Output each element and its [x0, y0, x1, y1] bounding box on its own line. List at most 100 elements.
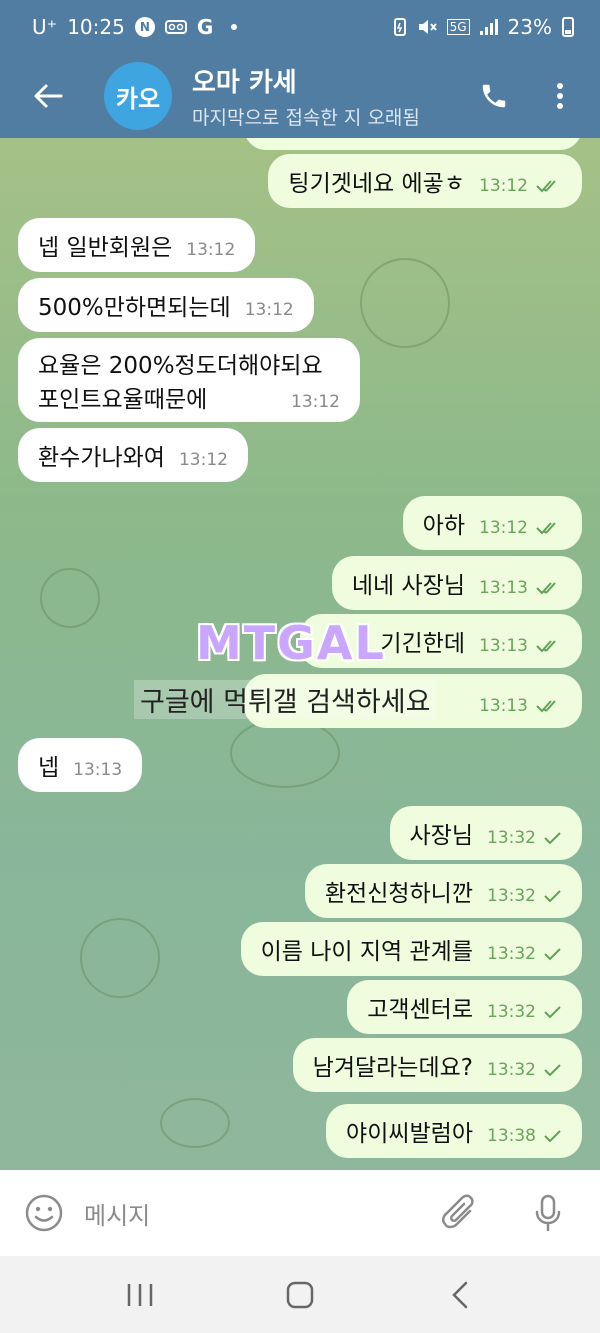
message-time: 13:13 [73, 760, 123, 780]
message-text: 팅기겟네요 에곻ㅎ [288, 171, 465, 197]
message-text: 네네 사장님 [351, 573, 465, 599]
chevron-left-icon [452, 1281, 468, 1308]
background-doodle [360, 258, 450, 348]
message-outgoing[interactable]: 남겨달라는데요? 13:32 [292, 1038, 582, 1092]
check-icon [544, 1064, 561, 1077]
background-doodle [160, 1098, 230, 1148]
message-input[interactable]: 메시지 [84, 1196, 150, 1231]
double-check-icon [536, 522, 556, 535]
back-button[interactable] [28, 76, 68, 116]
home-button[interactable] [270, 1265, 330, 1325]
message-time: 13:32 [487, 1002, 562, 1022]
message-text: 500%만하면되는데 [38, 295, 231, 321]
mute-icon [417, 18, 437, 36]
message-text: 아하 [422, 513, 465, 539]
message-incoming[interactable]: 요율은 200%정도더해야되요 포인트요율때문에 13:12 [18, 338, 360, 422]
message-incoming[interactable]: 환수가나와여 13:12 [18, 428, 248, 482]
message-time: 13:13 [479, 578, 562, 598]
message-outgoing[interactable]: 야이씨발럼아 13:38 [326, 1104, 582, 1158]
voicemail-icon [164, 20, 187, 34]
watermark-logo: MTGAL [196, 616, 386, 670]
battery-saver-icon [393, 17, 407, 37]
message-time: 13:32 [487, 828, 562, 848]
message-time: 13:32 [487, 886, 562, 906]
message-text: 넵 [38, 755, 60, 781]
message-time: 13:12 [186, 240, 236, 260]
message-time: 13:32 [487, 1060, 562, 1080]
attach-button[interactable] [436, 1189, 484, 1237]
arrow-left-icon [34, 84, 63, 108]
microphone-icon [535, 1194, 561, 1232]
emoji-button[interactable] [22, 1191, 66, 1235]
message-outgoing[interactable]: 네네 사장님 13:13 [331, 556, 582, 610]
message-text: 환수가나와여 [38, 445, 165, 471]
message-time: 13:13 [479, 636, 562, 656]
chat-area[interactable]: 팅기겟네요 에곻ㅎ 13:12 넵 일반회원은 13:12 500%만하면되는데… [0, 138, 600, 1170]
kebab-menu-icon [557, 83, 563, 109]
chat-title-block[interactable]: 오마 카세 마지막으로 접속한 지 오래됨 [192, 62, 442, 130]
voice-message-button[interactable] [524, 1189, 572, 1237]
message-time: 13:12 [178, 450, 228, 470]
message-time: 13:32 [487, 944, 562, 964]
n-icon: N [134, 17, 155, 37]
background-doodle [80, 918, 160, 998]
message-text: 이름 나이 지역 관계를 [260, 939, 473, 965]
message-outgoing[interactable]: 팅기겟네요 에곻ㅎ 13:12 [268, 154, 582, 208]
top-bar: U⁺ 10:25 N G 5G 23% 카오 오마 카세 마지막으로 접속한 지… [0, 0, 600, 138]
message-incoming[interactable]: 500%만하면되는데 13:12 [18, 278, 314, 332]
chat-title: 오마 카세 [192, 68, 297, 98]
message-outgoing[interactable]: 환전신청하니깐 13:32 [304, 864, 582, 918]
carrier-label: U⁺ [32, 15, 58, 39]
message-time: 13:13 [479, 696, 562, 716]
message-incoming[interactable]: 넵 13:13 [18, 738, 143, 792]
last-seen-status: 마지막으로 접속한 지 오래됨 [192, 107, 420, 129]
message-text-line: 포인트요율때문에 [38, 387, 208, 413]
google-icon: G [196, 15, 214, 39]
call-button[interactable] [470, 72, 518, 120]
message-outgoing[interactable]: 사장님 13:32 [389, 806, 582, 860]
double-check-icon [536, 640, 556, 653]
check-icon [544, 832, 561, 845]
system-back-button[interactable] [430, 1265, 490, 1325]
chat-header: 카오 오마 카세 마지막으로 접속한 지 오래됨 [0, 54, 600, 138]
background-doodle [230, 718, 340, 788]
recent-apps-button[interactable] [110, 1265, 170, 1325]
message-text: 고객센터로 [367, 997, 473, 1023]
message-outgoing[interactable]: 아하 13:12 [402, 496, 582, 550]
message-outgoing[interactable]: 고객센터로 13:32 [347, 980, 582, 1034]
home-icon [286, 1281, 314, 1308]
message-time: 13:12 [479, 518, 562, 538]
message-outgoing[interactable]: 이름 나이 지역 관계를 13:32 [240, 922, 582, 976]
double-check-icon [536, 582, 556, 595]
background-doodle [40, 568, 100, 628]
message-text-line: 요율은 200%정도더해야되요 [38, 353, 323, 379]
signal-icon [479, 19, 498, 35]
battery-icon [562, 17, 574, 37]
battery-percent: 23% [507, 15, 552, 39]
message-time: 13:12 [244, 300, 294, 320]
clock: 10:25 [67, 15, 125, 39]
message-text: 기긴한데 [380, 631, 465, 657]
message-input-bar: 메시지 [0, 1170, 600, 1256]
more-options-button[interactable] [536, 72, 584, 120]
message-time: 13:12 [291, 392, 340, 412]
system-navigation-bar [0, 1256, 600, 1333]
message-text: 넵 일반회원은 [38, 235, 173, 261]
message-text: 환전신청하니깐 [324, 881, 473, 907]
message-incoming[interactable]: 넵 일반회원은 13:12 [18, 218, 256, 272]
message-time: 13:12 [479, 176, 562, 196]
dot-icon [231, 24, 238, 30]
message-bubble-partial [244, 138, 582, 150]
message-time: 13:38 [487, 1126, 562, 1146]
watermark-caption: 구글에 먹튀갤 검색하세요 [134, 680, 437, 719]
recent-apps-icon [127, 1283, 153, 1306]
avatar[interactable]: 카오 [104, 62, 172, 130]
check-icon [544, 1006, 561, 1019]
phone-icon [482, 84, 506, 108]
double-check-icon [536, 180, 556, 193]
check-icon [544, 890, 561, 903]
5g-icon: 5G [446, 19, 470, 35]
check-icon [544, 1130, 561, 1143]
check-icon [544, 948, 561, 961]
message-text: 남겨달라는데요? [312, 1055, 473, 1081]
